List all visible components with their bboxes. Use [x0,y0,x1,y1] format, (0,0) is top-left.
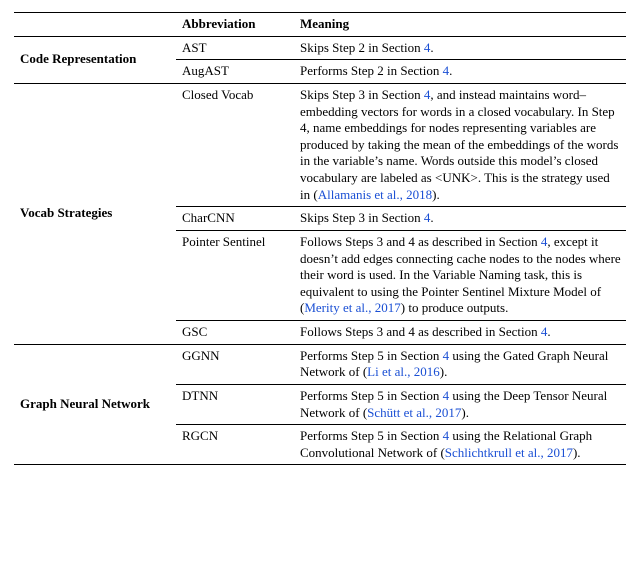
abbrev-cell: RGCN [176,425,294,465]
table-row: Graph Neural NetworkGGNNPerforms Step 5 … [14,344,626,384]
category-cell: Graph Neural Network [14,344,176,465]
meaning-cell: Skips Step 3 in Section 4, and instead m… [294,83,626,206]
table-row: Vocab StrategiesClosed VocabSkips Step 3… [14,83,626,206]
citation-link[interactable]: 4 [424,210,431,225]
definitions-table: Abbreviation Meaning Code Representation… [14,12,626,465]
abbrev-cell: AST [176,36,294,60]
meaning-cell: Skips Step 2 in Section 4. [294,36,626,60]
citation-link[interactable]: 4 [443,388,450,403]
citation-link[interactable]: Schütt et al., 2017 [367,405,461,420]
citation-link[interactable]: Li et al., 2016 [367,364,440,379]
citation-link[interactable]: 4 [443,428,450,443]
meaning-cell: Performs Step 5 in Section 4 using the R… [294,425,626,465]
abbrev-cell: Closed Vocab [176,83,294,206]
meaning-cell: Performs Step 5 in Section 4 using the D… [294,384,626,424]
citation-link[interactable]: 4 [443,348,450,363]
meaning-cell: Performs Step 5 in Section 4 using the G… [294,344,626,384]
citation-link[interactable]: 4 [541,324,548,339]
citation-link[interactable]: 4 [541,234,548,249]
header-abbrev: Abbreviation [176,13,294,37]
citation-link[interactable]: Merity et al., 2017 [304,300,400,315]
meaning-cell: Follows Steps 3 and 4 as described in Se… [294,321,626,345]
meaning-cell: Skips Step 3 in Section 4. [294,207,626,231]
abbrev-cell: DTNN [176,384,294,424]
abbrev-cell: Pointer Sentinel [176,230,294,320]
token-unk: <UNK> [435,170,478,185]
abbrev-cell: GSC [176,321,294,345]
citation-link[interactable]: Schlichtkrull et al., 2017 [445,445,573,460]
header-blank [14,13,176,37]
abbrev-cell: AugAST [176,60,294,84]
meaning-cell: Follows Steps 3 and 4 as described in Se… [294,230,626,320]
category-cell: Code Representation [14,36,176,83]
citation-link[interactable]: 4 [424,40,431,55]
table-row: Code RepresentationASTSkips Step 2 in Se… [14,36,626,60]
abbrev-cell: GGNN [176,344,294,384]
meaning-cell: Performs Step 2 in Section 4. [294,60,626,84]
citation-link[interactable]: Allamanis et al., 2018 [318,187,432,202]
citation-link[interactable]: 4 [424,87,431,102]
citation-link[interactable]: 4 [443,63,450,78]
header-meaning: Meaning [294,13,626,37]
abbrev-cell: CharCNN [176,207,294,231]
category-cell: Vocab Strategies [14,83,176,344]
